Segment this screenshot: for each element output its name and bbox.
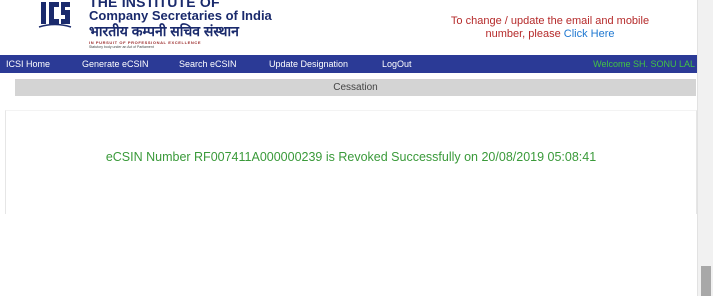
welcome-user: Welcome SH. SONU LAL	[593, 59, 695, 69]
section-title: Cessation	[15, 79, 696, 96]
success-message: eCSIN Number RF007411A000000239 is Revok…	[105, 150, 597, 164]
nav-search-ecsin[interactable]: Search eCSIN	[179, 55, 237, 73]
nav-logout[interactable]: LogOut	[382, 55, 412, 73]
main-nav: ICSI Home Generate eCSIN Search eCSIN Up…	[0, 55, 697, 73]
header: THE INSTITUTE OF Company Secretaries of …	[0, 0, 697, 53]
nav-icsi-home[interactable]: ICSI Home	[6, 55, 50, 73]
org-name: THE INSTITUTE OF Company Secretaries of …	[89, 0, 272, 49]
org-name-line2: Company Secretaries of India	[89, 8, 272, 23]
result-panel: eCSIN Number RF007411A000000239 is Revok…	[5, 110, 697, 214]
icsi-logo-icon	[38, 2, 72, 28]
org-name-hindi: भारतीय कम्पनी सचिव संस्थान	[89, 23, 239, 39]
nav-update-designation[interactable]: Update Designation	[269, 55, 348, 73]
vertical-scrollbar[interactable]	[697, 0, 713, 296]
notice-text: To change / update the email and mobile …	[450, 15, 650, 40]
org-statutory: Statutory body under an Act of Parliamen…	[89, 45, 154, 49]
click-here-link[interactable]: Click Here	[564, 28, 615, 40]
update-contact-notice: To change / update the email and mobile …	[445, 15, 655, 41]
scrollbar-thumb[interactable]	[701, 266, 711, 296]
nav-generate-ecsin[interactable]: Generate eCSIN	[82, 55, 149, 73]
